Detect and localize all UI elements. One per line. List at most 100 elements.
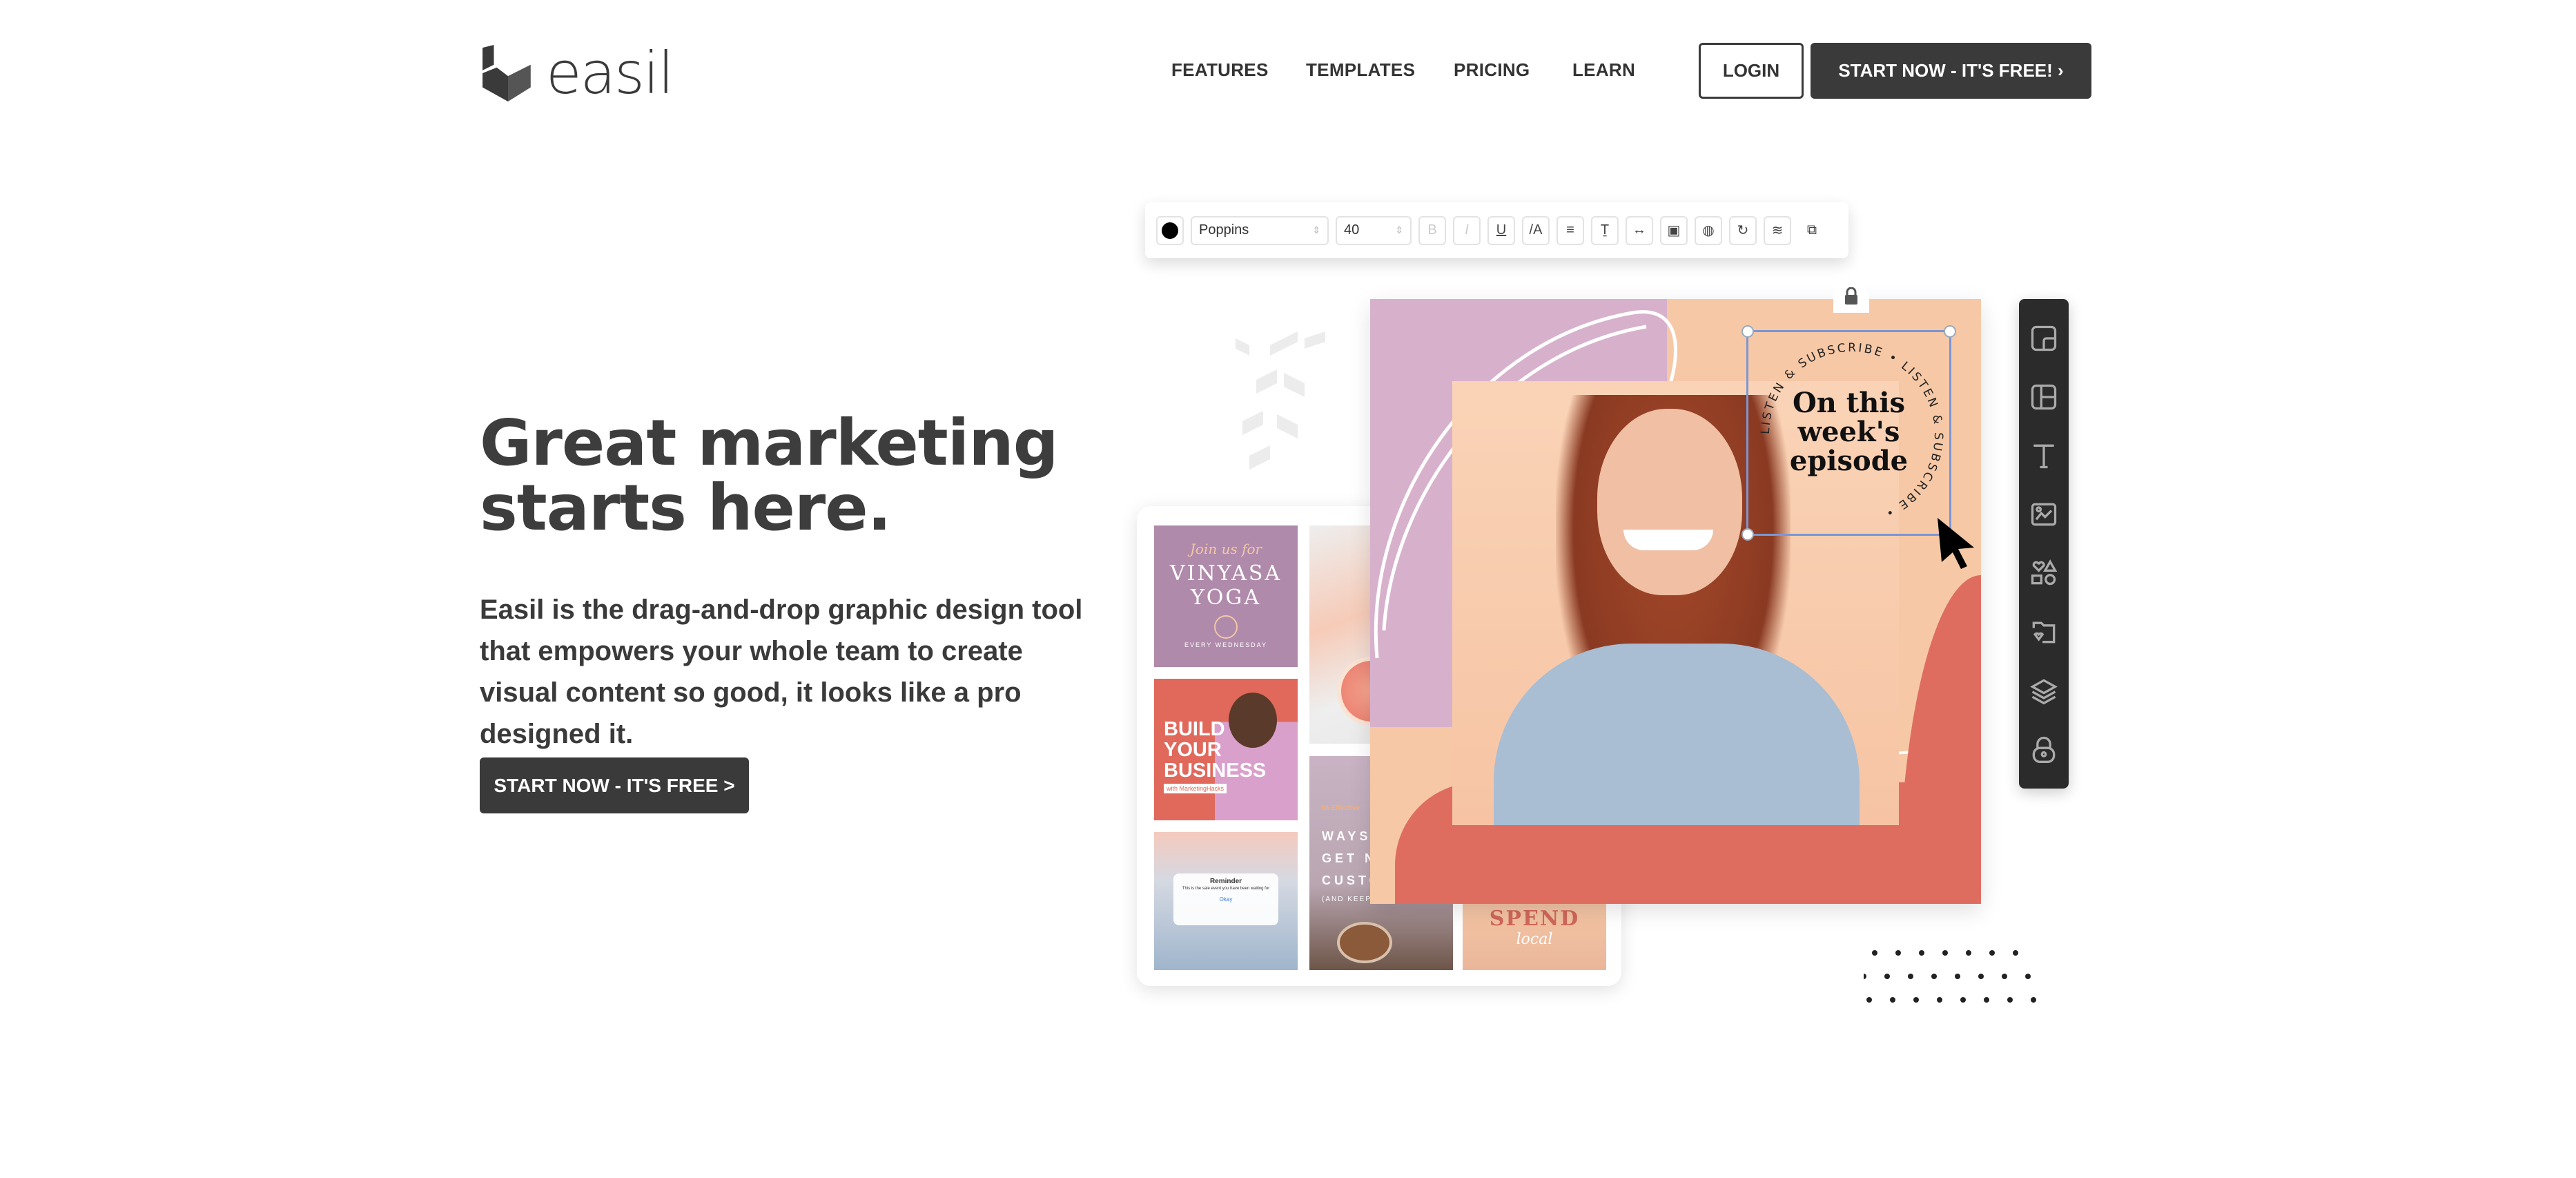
template-build-your-business[interactable]: BUILD YOUR BUSINESS with MarketingHacks xyxy=(1154,679,1298,820)
smile xyxy=(1623,530,1713,550)
rotate-icon[interactable]: ↻ xyxy=(1729,215,1757,245)
color-picker[interactable] xyxy=(1156,215,1184,245)
dot xyxy=(2031,997,2036,1003)
decorative-chevrons-icon xyxy=(1236,331,1325,470)
start-now-hero-button[interactable]: START NOW - IT'S FREE > xyxy=(480,757,749,813)
lock-badge[interactable] xyxy=(1833,280,1869,313)
dot xyxy=(1989,950,1995,956)
opacity-icon[interactable]: ◍ xyxy=(1695,215,1722,245)
layers-icon[interactable]: ≋ xyxy=(1764,215,1791,245)
resize-handle[interactable] xyxy=(1944,325,1956,338)
resize-handle[interactable] xyxy=(1741,528,1754,541)
dot xyxy=(1884,974,1890,979)
dot xyxy=(2007,997,2013,1003)
lock-icon xyxy=(1845,287,1857,305)
letter-spacing-icon[interactable]: ↔ xyxy=(1626,215,1653,245)
yoga-badge-icon xyxy=(1214,615,1238,639)
ways-subtitle: (AND KEEP xyxy=(1322,896,1372,903)
text-icon[interactable] xyxy=(2029,441,2059,471)
face xyxy=(1597,409,1742,595)
template-reminder[interactable]: Reminder This is the sale event you have… xyxy=(1154,832,1298,970)
line-height-icon[interactable]: Ṯ xyxy=(1591,215,1619,245)
business-tag: with MarketingHacks xyxy=(1164,784,1227,793)
hero-description: Easil is the drag-and-drop graphic desig… xyxy=(480,595,1083,749)
yoga-title-2: YOGA xyxy=(1190,586,1262,610)
dot xyxy=(2013,950,2018,956)
reminder-title: Reminder xyxy=(1209,878,1242,885)
underline-icon[interactable]: U xyxy=(1487,215,1515,245)
font-name: Poppins xyxy=(1199,222,1249,238)
ways-tag: IG Effective xyxy=(1322,804,1360,812)
duplicate-icon[interactable]: ⧉ xyxy=(1798,216,1826,245)
font-select[interactable]: Poppins ⇕ xyxy=(1191,215,1329,245)
dot xyxy=(1960,997,1966,1003)
templates-icon[interactable] xyxy=(2029,323,2059,354)
dot xyxy=(1866,997,1872,1003)
nav-learn[interactable]: LEARN xyxy=(1572,59,1635,81)
dot xyxy=(1984,997,1989,1003)
dot xyxy=(1908,974,1913,979)
nav-templates[interactable]: TEMPLATES xyxy=(1306,59,1415,81)
dot xyxy=(1966,950,1971,956)
template-vinyasa-yoga[interactable]: Join us for VINYASA YOGA EVERY WEDNESDAY xyxy=(1154,525,1298,667)
dot xyxy=(1872,950,1877,956)
episode-title: On this week's episode xyxy=(1789,387,1909,477)
my-files-icon[interactable] xyxy=(2029,617,2059,647)
dot xyxy=(1890,997,1895,1003)
align-center-icon[interactable]: ≡ xyxy=(1557,215,1584,245)
text-toolbar: Poppins ⇕ 40 ⇕ B I U /A ≡ Ṯ ↔ ▣ ◍ ↻ ≋ ⧉ xyxy=(1145,202,1848,258)
dot xyxy=(1931,974,1937,979)
dot xyxy=(1864,974,1866,979)
font-size-value: 40 xyxy=(1344,222,1360,238)
spend-subtitle: local xyxy=(1516,931,1553,948)
reminder-dialog: Reminder This is the sale event you have… xyxy=(1173,873,1278,925)
chevron-updown-icon: ⇕ xyxy=(1395,224,1403,235)
reminder-body: This is the sale event you have been wai… xyxy=(1182,887,1270,891)
resize-handle[interactable] xyxy=(1741,325,1754,338)
template-spend-local[interactable]: SPEND local xyxy=(1463,893,1606,970)
image-icon[interactable] xyxy=(2029,499,2059,530)
shapes-icon[interactable] xyxy=(2029,558,2059,588)
italic-icon[interactable]: I xyxy=(1453,215,1481,245)
dot xyxy=(2025,974,2031,979)
design-canvas[interactable]: LISTEN & SUBSCRIBE • LISTEN & SUBSCRIBE … xyxy=(1370,299,1981,904)
login-button[interactable]: LOGIN xyxy=(1699,43,1804,99)
headline-line-2: starts here. xyxy=(480,471,892,545)
hero-headline: Great marketing starts here. xyxy=(480,411,1101,541)
font-size-select[interactable]: 40 ⇕ xyxy=(1336,215,1412,245)
nav-pricing[interactable]: PRICING xyxy=(1454,59,1530,81)
yoga-title-1: VINYASA xyxy=(1169,561,1282,586)
cursor-icon xyxy=(1938,518,1974,569)
decorative-dots-icon xyxy=(1864,950,2036,1003)
dot xyxy=(1913,997,1919,1003)
start-now-header-button[interactable]: START NOW - IT'S FREE! › xyxy=(1811,43,2091,99)
bold-icon[interactable]: B xyxy=(1418,215,1446,245)
reminder-ok: Okay xyxy=(1219,896,1233,902)
dot xyxy=(1978,974,1984,979)
dot xyxy=(1895,950,1901,956)
brand-name: easil xyxy=(546,39,674,107)
layers-icon[interactable] xyxy=(2029,675,2059,706)
yoga-intro: Join us for xyxy=(1189,541,1262,557)
coffee-cup-icon xyxy=(1337,922,1392,963)
blue-shirt xyxy=(1494,644,1860,825)
dot xyxy=(1942,950,1948,956)
frame-icon[interactable]: ▣ xyxy=(1660,215,1688,245)
editor-sidebar xyxy=(2019,299,2069,789)
spend-title: SPEND xyxy=(1489,907,1580,931)
dot xyxy=(1937,997,1942,1003)
dot xyxy=(2002,974,2007,979)
logo[interactable]: easil xyxy=(480,39,674,107)
business-title: BUILD YOUR BUSINESS xyxy=(1164,718,1267,782)
color-swatch-icon xyxy=(1162,222,1178,239)
text-style-icon[interactable]: /A xyxy=(1522,215,1550,245)
yoga-subtitle: EVERY WEDNESDAY xyxy=(1184,641,1268,648)
nav-features[interactable]: FEATURES xyxy=(1171,59,1269,81)
dot xyxy=(1919,950,1924,956)
lock-icon[interactable] xyxy=(2029,734,2059,764)
layouts-icon[interactable] xyxy=(2029,382,2059,412)
dot xyxy=(1955,974,1960,979)
chevron-updown-icon: ⇕ xyxy=(1312,224,1320,235)
selection-box[interactable]: LISTEN & SUBSCRIBE • LISTEN & SUBSCRIBE … xyxy=(1741,325,1956,541)
easil-logo-icon xyxy=(482,45,531,102)
